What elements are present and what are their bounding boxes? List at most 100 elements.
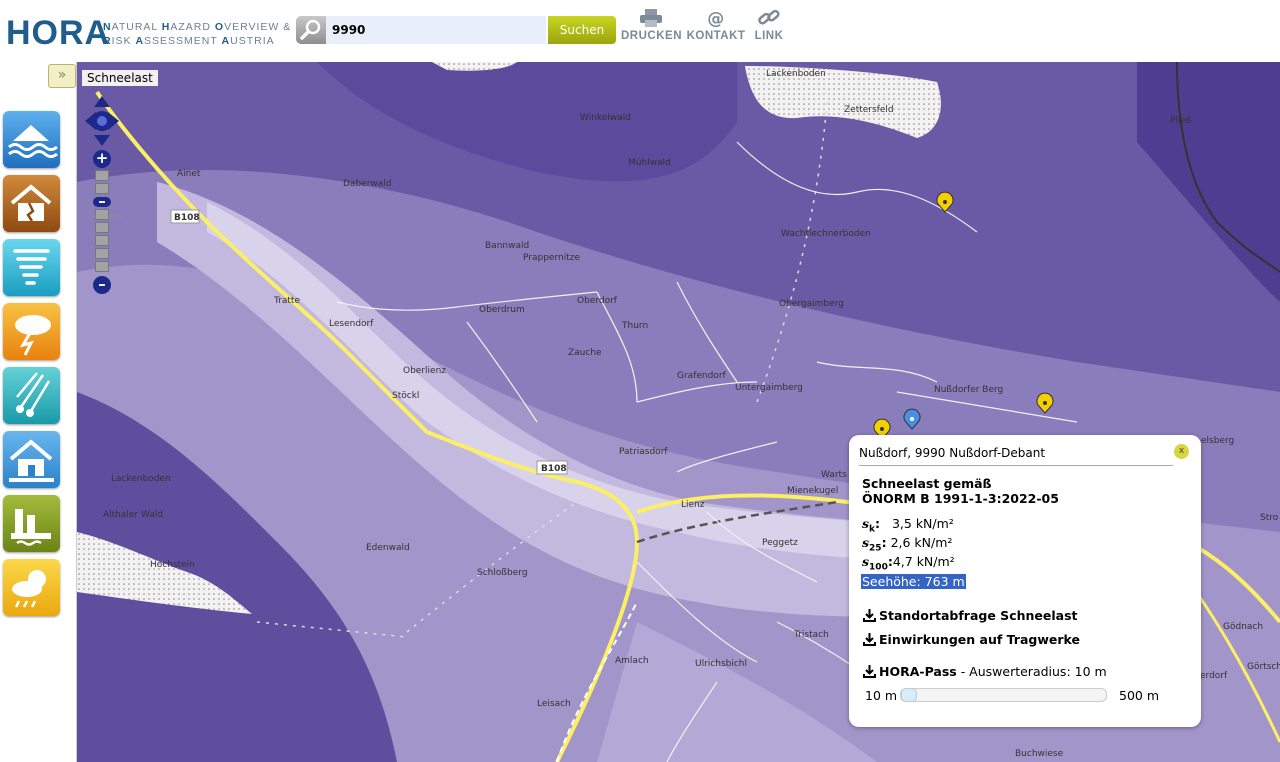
zoom-level[interactable]: [95, 235, 109, 246]
label-nussdorfer-berg: Nußdorfer Berg: [934, 385, 1003, 395]
snow-value-s25: s25: 2,6 kN/m²: [862, 535, 953, 554]
at-icon: @: [707, 9, 725, 28]
label-daberwald: Daberwald: [343, 179, 392, 189]
hazard-snowload-button[interactable]: [3, 431, 60, 488]
zoom-slider-handle[interactable]: –: [93, 194, 111, 209]
popup-title-line1: Schneelast gemäß: [862, 476, 992, 491]
logo-subtitle-line2: RISK ASSESSMENT AUSTRIA: [103, 35, 275, 47]
label-winkelwald: Winkelwald: [580, 113, 631, 123]
label-prappernitze: Prappernitze: [523, 253, 580, 263]
label-oberdrum: Oberdrum: [479, 305, 525, 315]
label-edenwald: Edenwald: [366, 543, 410, 553]
hazard-hail-button[interactable]: [3, 367, 60, 424]
download-icon: [863, 633, 876, 646]
label-zettersfeld: Zettersfeld: [844, 105, 894, 115]
snow-value-sk: sk: 3,5 kN/m²: [862, 516, 954, 535]
label-patriasdorf: Patriasdorf: [619, 447, 668, 457]
zoom-level[interactable]: [95, 261, 109, 272]
label-ainet: Ainet: [177, 169, 201, 179]
label-thurn: Thurn: [621, 321, 648, 331]
zoom-level[interactable]: [95, 248, 109, 259]
slider-max-label: 500 m: [1119, 688, 1160, 703]
zoom-level[interactable]: [95, 170, 109, 181]
label-bannwald: Bannwald: [485, 241, 529, 251]
logo-subtitle: NATURAL HAZARD OVERVIEW & RISK ASSESSMEN…: [103, 20, 291, 48]
factory-icon: [11, 509, 51, 546]
info-popup: Nußdorf, 9990 Nußdorf-Debant x Schneelas…: [849, 435, 1201, 727]
hora-logo[interactable]: HORA: [6, 14, 110, 53]
printer-icon: [640, 9, 662, 27]
hora-pass-link[interactable]: HORA-Pass - Auswerteradius: 10 m: [863, 664, 1107, 679]
print-button[interactable]: DRUCKEN: [621, 8, 682, 42]
download-icon: [863, 665, 876, 678]
earthquake-icon: [10, 184, 52, 222]
label-stoeckl: Stöckl: [392, 391, 419, 401]
search-box: Suchen: [296, 16, 616, 44]
search-button[interactable]: Suchen: [548, 16, 616, 44]
label-warts: Warts: [821, 470, 847, 480]
hazard-thunderstorm-button[interactable]: [3, 303, 60, 360]
link-button[interactable]: LINK: [739, 8, 799, 42]
radius-slider[interactable]: [900, 688, 1107, 702]
zoom-level[interactable]: [95, 222, 109, 233]
label-leisach: Leisach: [537, 699, 571, 709]
label-oberdorf: Oberdorf: [577, 296, 618, 306]
label-lesendorf: Lesendorf: [329, 319, 374, 329]
hazard-rain-button[interactable]: [3, 559, 60, 616]
search-icon: [296, 16, 326, 44]
thunderstorm-icon: [15, 315, 51, 356]
popup-close-button[interactable]: x: [1174, 444, 1189, 459]
popup-title: Schneelast gemäß ÖNORM B 1991-1-3:2022-0…: [862, 476, 1059, 506]
popup-title-line2: ÖNORM B 1991-1-3:2022-05: [862, 491, 1059, 506]
label-lienz: Lienz: [681, 500, 705, 510]
label-b108-east: B108: [541, 464, 567, 474]
altitude-value: Seehöhe: 763 m: [861, 574, 966, 589]
logo-subtitle-line1: NATURAL HAZARD OVERVIEW &: [103, 21, 292, 33]
svg-text:@: @: [707, 9, 725, 28]
contact-button[interactable]: @ KONTAKT: [686, 8, 746, 42]
label-schlossberg: Schloßberg: [477, 568, 528, 578]
label-lackenboden-n: Lackenboden: [766, 69, 826, 79]
label-tratte: Tratte: [273, 296, 300, 306]
print-label: DRUCKEN: [621, 30, 682, 42]
expand-panel-button[interactable]: »: [48, 64, 76, 88]
pan-arrows-icon: [85, 96, 119, 146]
hail-icon: [16, 372, 51, 417]
hazard-earthquake-button[interactable]: [3, 175, 60, 232]
link-label: LINK: [754, 30, 784, 42]
hazard-climate-button[interactable]: [3, 495, 60, 552]
hazard-sidebar: [0, 62, 77, 762]
label-wachtlechnerboden: Wachtlechnerboden: [781, 229, 871, 239]
zoom-in-button[interactable]: +: [93, 150, 111, 168]
zoom-control: + – –: [93, 150, 111, 296]
label-althaler-wald: Althaler Wald: [103, 510, 163, 520]
label-ulrichsbichl: Ulrichsbichl: [695, 659, 747, 669]
label-goertsch: Görtsch: [1247, 662, 1280, 672]
label-muehlwald: Mühlwald: [628, 158, 671, 168]
flood-icon: [8, 125, 58, 158]
pan-control[interactable]: [84, 94, 120, 148]
popup-location: Nußdorf, 9990 Nußdorf-Debant: [859, 446, 1046, 460]
snow-value-s100: s100:4,7 kN/m²: [862, 554, 955, 573]
active-layer-label: Schneelast: [82, 70, 158, 86]
label-erdorf: erdorf: [1200, 671, 1228, 681]
label-amlach: Amlach: [615, 656, 649, 666]
contact-label: KONTAKT: [686, 30, 746, 42]
label-lackenboden-w: Lackenboden: [111, 474, 171, 484]
search-input[interactable]: [326, 16, 546, 44]
download-einwirkungen-link[interactable]: Einwirkungen auf Tragwerke: [863, 632, 1080, 647]
label-tristach: Tristach: [793, 630, 829, 640]
zoom-out-button[interactable]: –: [93, 276, 111, 294]
label-goednach: Gödnach: [1223, 622, 1263, 632]
radius-slider-handle[interactable]: [901, 688, 917, 702]
download-standortabfrage-link[interactable]: Standortabfrage Schneelast: [863, 608, 1078, 623]
label-elsberg: elsberg: [1201, 436, 1234, 446]
hazard-storm-button[interactable]: [3, 239, 60, 296]
snow-house-icon: [9, 439, 54, 482]
label-mienekugel: Mienekugel: [787, 486, 838, 496]
tornado-icon: [13, 249, 50, 285]
label-b108-west: B108: [174, 213, 200, 223]
popup-divider: [859, 465, 1173, 466]
hazard-flood-button[interactable]: [3, 111, 60, 168]
label-pliess: Pließ: [1170, 116, 1192, 126]
